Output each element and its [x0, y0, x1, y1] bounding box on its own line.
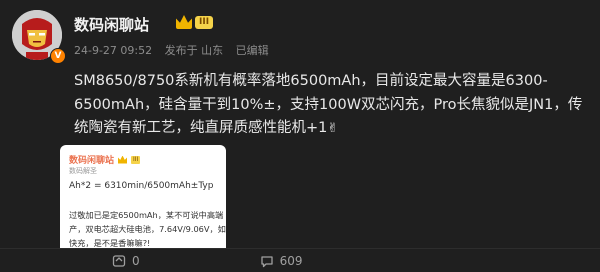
comment-button[interactable]: 609	[260, 254, 303, 268]
comment-count: 609	[279, 253, 303, 268]
post-content: SM8650/8750系新机有概率落地6500mAh，目前设定最大容量是6300…	[74, 70, 588, 141]
post-source: 发布于 山东	[164, 44, 224, 57]
crown-icon	[176, 15, 192, 29]
author-name[interactable]: 数码闲聊站	[74, 14, 149, 35]
repost-count: 0	[132, 253, 140, 268]
victory-hand-emoji: ✌	[327, 121, 339, 136]
image-header: 数码闲聊站 III	[69, 153, 141, 166]
action-bar: 0 609	[0, 248, 600, 272]
image-text-line: 过敬加已是定6500mAh，某不可说中高端	[69, 210, 224, 220]
image-text-line: 产，双电芯超大硅电池，7.64V/9.06V，如果	[69, 224, 226, 234]
image-crown-icon	[118, 155, 128, 164]
post-meta: 24-9-27 09:52 发布于 山东 已编辑	[74, 42, 278, 58]
weibo-post: V 数码闲聊站 III 24-9-27 09:52 发布于 山东 已编辑 SM8…	[0, 0, 600, 272]
image-sub-text: 数码解圣	[69, 167, 97, 175]
comment-icon	[260, 254, 274, 268]
image-author-name: 数码闲聊站	[69, 156, 115, 166]
repost-button[interactable]: 0	[112, 254, 140, 268]
author-badges: III	[176, 15, 214, 29]
level-badge: III	[195, 15, 214, 29]
verified-badge: V	[50, 48, 66, 64]
edited-status[interactable]: 已编辑	[236, 44, 269, 57]
image-level-badge: III	[131, 155, 141, 164]
repost-icon	[112, 254, 126, 268]
image-text-line: Ah*2 = 6310min/6500mAh±Typ	[69, 181, 214, 191]
post-date[interactable]: 24-9-27 09:52	[74, 44, 152, 57]
